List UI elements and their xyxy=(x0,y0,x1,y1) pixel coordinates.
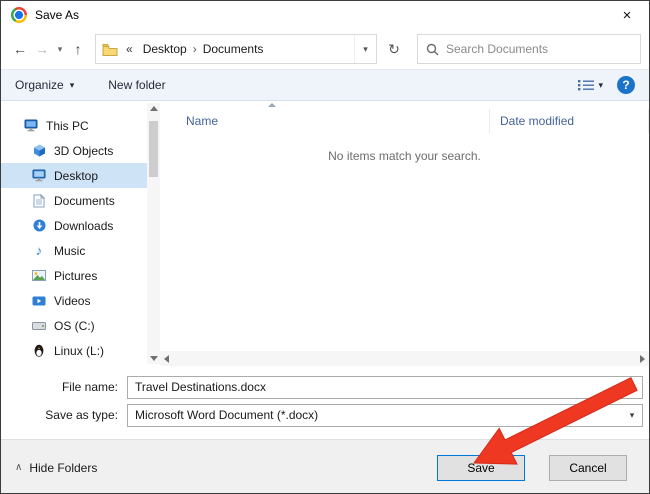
monitor-icon xyxy=(31,169,47,182)
scroll-down-icon[interactable] xyxy=(150,356,158,361)
new-folder-label: New folder xyxy=(108,78,165,92)
breadcrumb-overflow-icon[interactable]: « xyxy=(126,42,133,56)
empty-folder-message: No items match your search. xyxy=(160,149,649,163)
picture-icon xyxy=(31,270,47,281)
video-icon xyxy=(31,296,47,306)
sidebar-item-label: Desktop xyxy=(54,169,98,183)
sidebar-item-label: Videos xyxy=(54,294,90,308)
refresh-icon[interactable]: ↻ xyxy=(377,34,411,64)
window-title: Save As xyxy=(35,8,79,22)
content-area: This PC 3D Objects Desktop Documents xyxy=(1,101,649,366)
sidebar-item-desktop[interactable]: Desktop xyxy=(1,163,160,188)
organize-dropdown-icon: ▾ xyxy=(70,80,75,91)
cancel-button[interactable]: Cancel xyxy=(549,455,627,481)
forward-icon[interactable]: → xyxy=(31,37,53,61)
search-icon xyxy=(426,43,439,56)
document-icon xyxy=(31,194,47,208)
address-dropdown-icon[interactable]: ▾ xyxy=(354,35,376,63)
sidebar-item-3d-objects[interactable]: 3D Objects xyxy=(1,138,160,163)
breadcrumb-documents[interactable]: Documents xyxy=(197,42,270,56)
search-input[interactable] xyxy=(446,42,632,56)
linux-penguin-icon xyxy=(31,344,47,357)
list-view-icon xyxy=(578,79,594,91)
sidebar-item-documents[interactable]: Documents xyxy=(1,188,160,213)
sidebar-item-label: Music xyxy=(54,244,85,258)
save-as-type-select[interactable]: Microsoft Word Document (*.docx) ▾ xyxy=(127,404,643,427)
history-chevron-icon[interactable]: ▾ xyxy=(53,44,67,55)
file-name-dropdown-icon[interactable]: ▾ xyxy=(622,382,642,393)
file-name-input[interactable] xyxy=(128,377,622,398)
sidebar-item-label: Linux (L:) xyxy=(54,344,104,358)
hide-folders-label: Hide Folders xyxy=(29,461,97,475)
column-header-name[interactable]: Name xyxy=(160,109,490,133)
views-dropdown-icon: ▾ xyxy=(598,80,603,91)
save-as-dialog: Save As × ← → ▾ ↑ « Desktop › Documents … xyxy=(0,0,650,494)
scroll-up-icon[interactable] xyxy=(150,106,158,111)
navigation-bar: ← → ▾ ↑ « Desktop › Documents ▾ ↻ xyxy=(1,29,649,69)
scroll-right-icon[interactable] xyxy=(640,355,645,363)
toolbar-right-group: ▾ ? xyxy=(578,76,635,94)
address-bar[interactable]: « Desktop › Documents ▾ xyxy=(95,34,377,64)
help-icon[interactable]: ? xyxy=(617,76,635,94)
breadcrumb-desktop[interactable]: Desktop xyxy=(137,42,193,56)
save-button[interactable]: Save xyxy=(437,455,525,481)
save-as-type-row: Save as type: Microsoft Word Document (*… xyxy=(1,403,649,427)
sort-ascending-icon xyxy=(268,103,276,107)
close-icon[interactable]: × xyxy=(615,7,639,24)
search-box[interactable] xyxy=(417,34,641,64)
folder-icon xyxy=(102,43,118,56)
change-view-button[interactable]: ▾ xyxy=(578,79,603,91)
scrollbar-thumb[interactable] xyxy=(149,121,158,177)
scroll-left-icon[interactable] xyxy=(164,355,169,363)
chrome-icon xyxy=(11,7,27,23)
sidebar-item-label: Documents xyxy=(54,194,115,208)
hide-folders-button[interactable]: ∧ Hide Folders xyxy=(15,461,97,475)
box-icon xyxy=(31,144,47,157)
new-folder-button[interactable]: New folder xyxy=(108,78,165,92)
sidebar-item-label: OS (C:) xyxy=(54,319,95,333)
download-icon xyxy=(31,219,47,232)
computer-icon xyxy=(23,119,39,132)
up-icon[interactable]: ↑ xyxy=(67,37,89,61)
sidebar-scrollbar[interactable] xyxy=(147,103,160,364)
save-as-type-value: Microsoft Word Document (*.docx) xyxy=(128,408,622,422)
sidebar-item-music[interactable]: ♪ Music xyxy=(1,238,160,263)
navigation-pane: This PC 3D Objects Desktop Documents xyxy=(1,101,160,366)
collapse-icon: ∧ xyxy=(15,462,22,473)
sidebar-item-label: This PC xyxy=(46,119,89,133)
sidebar-item-label: 3D Objects xyxy=(54,144,113,158)
column-header-date-modified[interactable]: Date modified xyxy=(490,109,649,133)
command-toolbar: Organize ▾ New folder ▾ ? xyxy=(1,69,649,101)
sidebar-item-label: Pictures xyxy=(54,269,97,283)
sidebar-item-label: Downloads xyxy=(54,219,113,233)
sidebar-item-linux-l[interactable]: Linux (L:) xyxy=(1,338,160,363)
sidebar-item-videos[interactable]: Videos xyxy=(1,288,160,313)
organize-label: Organize xyxy=(15,78,64,92)
file-name-combobox[interactable]: ▾ xyxy=(127,376,643,399)
horizontal-scrollbar[interactable] xyxy=(160,351,649,366)
column-header-row: Name Date modified xyxy=(160,109,649,133)
sidebar-item-this-pc[interactable]: This PC xyxy=(1,113,160,138)
title-bar: Save As × xyxy=(1,1,649,29)
file-list-pane: Name Date modified No items match your s… xyxy=(160,101,649,366)
sidebar-item-pictures[interactable]: Pictures xyxy=(1,263,160,288)
music-note-icon: ♪ xyxy=(31,243,47,258)
save-as-type-label: Save as type: xyxy=(1,408,127,422)
sidebar-item-downloads[interactable]: Downloads xyxy=(1,213,160,238)
file-name-row: File name: ▾ xyxy=(1,375,649,399)
back-icon[interactable]: ← xyxy=(9,37,31,61)
sidebar-item-os-c[interactable]: OS (C:) xyxy=(1,313,160,338)
footer-bar: ∧ Hide Folders Save Cancel xyxy=(1,439,649,494)
file-name-label: File name: xyxy=(1,380,127,394)
organize-button[interactable]: Organize ▾ xyxy=(15,78,74,92)
file-fields-area: File name: ▾ Save as type: Microsoft Wor… xyxy=(1,366,649,439)
save-as-type-dropdown-icon[interactable]: ▾ xyxy=(622,410,642,421)
drive-icon xyxy=(31,322,47,330)
